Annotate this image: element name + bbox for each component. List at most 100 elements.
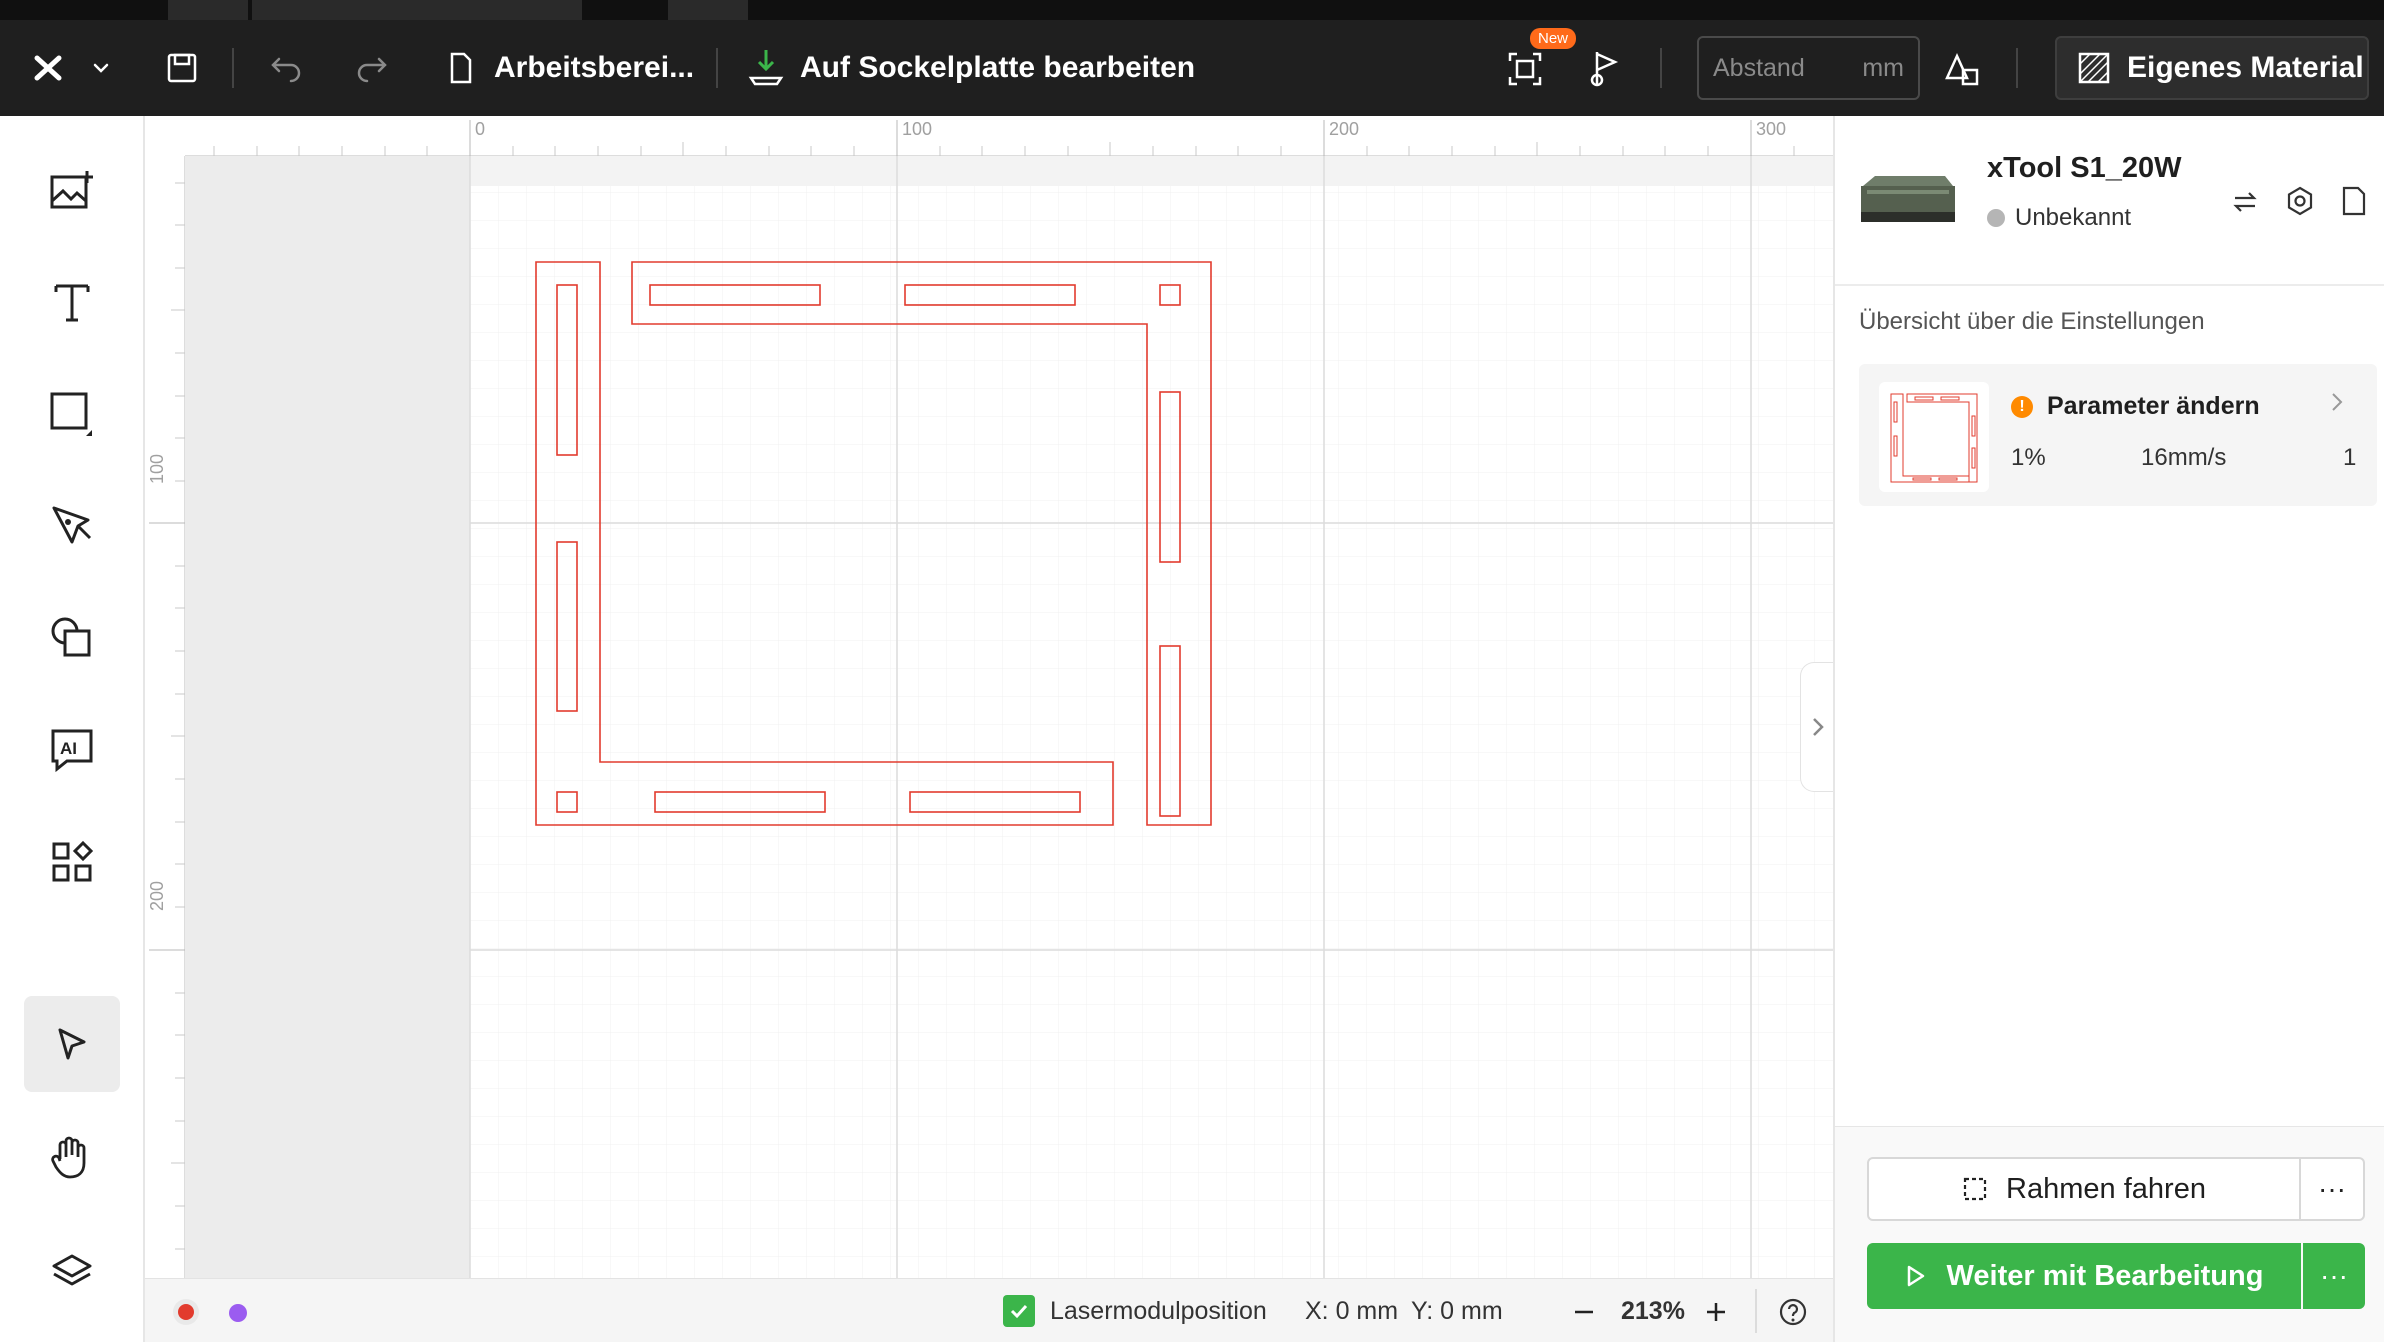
add-image-tool[interactable] xyxy=(24,142,120,238)
rectangle-icon xyxy=(50,392,92,436)
vertical-ruler[interactable]: 100 200 xyxy=(145,156,185,1278)
layer-color-red[interactable] xyxy=(178,1304,194,1320)
chevron-right-icon xyxy=(2329,390,2345,419)
redo-icon xyxy=(357,57,387,83)
undo-icon xyxy=(271,57,301,83)
power-value: 1% xyxy=(2011,444,2046,471)
horizontal-ruler-ticks xyxy=(213,120,1795,156)
pen-tool[interactable] xyxy=(24,478,120,574)
new-badge: New xyxy=(1530,28,1577,49)
horizontal-ruler[interactable]: 0 100 200 300 xyxy=(185,116,1833,156)
parameter-title: ! Parameter ändern xyxy=(2011,392,2260,421)
device-name[interactable]: xTool S1_20W xyxy=(1987,152,2181,185)
rectangle-tool[interactable] xyxy=(24,366,120,462)
laser-position-label: Lasermodulposition xyxy=(1050,1297,1267,1325)
collapse-panel-button[interactable] xyxy=(1800,662,1834,792)
zoom-in-button[interactable] xyxy=(1701,1297,1731,1327)
save-button[interactable] xyxy=(162,48,202,88)
device-settings-button[interactable] xyxy=(2281,182,2319,220)
layers-tool[interactable] xyxy=(24,1224,120,1320)
play-icon xyxy=(1907,1265,1924,1287)
chevron-right-icon xyxy=(1812,718,1824,736)
x-coordinate: X: 0 mm xyxy=(1305,1297,1399,1325)
help-button[interactable] xyxy=(1777,1296,1809,1328)
cursor-arrow-icon xyxy=(58,1028,86,1060)
material-label: Eigenes Material xyxy=(2127,51,2364,84)
vertical-ruler-ticks xyxy=(149,182,185,1250)
material-select-button[interactable]: Eigenes Material xyxy=(2055,36,2369,100)
ruler-label: 0 xyxy=(475,119,486,139)
design-thumbnail xyxy=(1879,382,1989,492)
undo-button[interactable] xyxy=(266,48,306,88)
select-tool[interactable] xyxy=(24,996,120,1092)
flag-process-button[interactable] xyxy=(1586,46,1626,90)
save-icon xyxy=(167,53,197,83)
edit-mode-label[interactable]: Auf Sockelplatte bearbeiten xyxy=(800,48,1195,88)
right-panel: xTool S1_20W Unbekannt Übersicht über di… xyxy=(1833,116,2384,1342)
dashed-frame-icon xyxy=(1963,1177,1987,1201)
parameter-title-text: Parameter ändern xyxy=(2047,392,2260,420)
passes-value: 1 xyxy=(2343,444,2357,471)
scan-frame-icon xyxy=(1508,52,1542,86)
ruler-label: 100 xyxy=(902,119,933,139)
zoom-level[interactable]: 213% xyxy=(1621,1279,1685,1342)
out-of-area-region xyxy=(185,156,470,1278)
panel-divider xyxy=(1835,284,2384,286)
settings-overview-title: Übersicht über die Einstellungen xyxy=(1859,308,2205,335)
statusbar-divider xyxy=(1755,1289,1757,1333)
tab-strip-segment xyxy=(252,0,582,20)
hand-tool[interactable] xyxy=(24,1110,120,1206)
header-divider xyxy=(232,48,234,88)
device-status-text: Unbekannt xyxy=(2015,204,2132,231)
align-objects-button[interactable] xyxy=(1942,46,1982,90)
shapes-tool[interactable] xyxy=(24,590,120,686)
camera-capture-button[interactable] xyxy=(1504,48,1546,90)
swap-arrows-icon xyxy=(2233,192,2257,212)
device-status: Unbekannt xyxy=(1987,204,2131,232)
frame-more-button[interactable]: ··· xyxy=(2301,1157,2365,1221)
shapes-icon xyxy=(51,617,91,657)
zoom-out-button[interactable] xyxy=(1569,1297,1599,1327)
continue-more-button[interactable]: ··· xyxy=(2303,1243,2365,1309)
frame-button[interactable]: Rahmen fahren xyxy=(1867,1157,2301,1221)
laser-position-checkbox[interactable] xyxy=(1003,1295,1035,1327)
text-tool[interactable] xyxy=(24,254,120,350)
app-menu-button[interactable] xyxy=(24,48,114,88)
ai-tool[interactable]: AI xyxy=(24,702,120,798)
help-icon xyxy=(1779,1298,1807,1326)
image-add-icon xyxy=(50,171,93,209)
continue-button-label: Weiter mit Bearbeitung xyxy=(1946,1259,2264,1292)
material-texture-icon xyxy=(2078,52,2110,84)
ruler-label: 200 xyxy=(1329,119,1360,139)
device-image xyxy=(1857,174,1957,228)
checkmark-icon xyxy=(1010,1304,1028,1319)
apps-tool[interactable] xyxy=(24,814,120,910)
project-title[interactable]: Arbeitsberei... xyxy=(494,48,694,88)
layers-icon xyxy=(52,1254,92,1286)
spacing-unit: mm xyxy=(1862,54,1904,82)
switch-device-button[interactable] xyxy=(2227,184,2263,220)
device-file-button[interactable] xyxy=(2335,182,2373,220)
xtool-logo-icon xyxy=(34,55,109,81)
warning-icon: ! xyxy=(2011,395,2033,418)
continue-processing-button[interactable]: Weiter mit Bearbeitung xyxy=(1867,1243,2301,1309)
header-divider xyxy=(716,48,718,88)
status-bar: Lasermodulposition X: 0 mm Y: 0 mm 213% xyxy=(145,1278,1833,1342)
apps-grid-icon xyxy=(52,840,94,882)
parameter-card[interactable]: ! Parameter ändern 1% 16mm/s 1 xyxy=(1859,364,2377,506)
document-icon xyxy=(2342,186,2366,216)
spacing-placeholder: Abstand xyxy=(1713,54,1805,82)
project-file-icon xyxy=(446,50,476,86)
layer-color-purple[interactable] xyxy=(229,1304,247,1322)
speed-value: 16mm/s xyxy=(2141,444,2227,471)
gear-icon xyxy=(2287,186,2313,216)
flag-icon xyxy=(1590,52,1619,87)
left-toolbar: AI xyxy=(0,116,145,1342)
action-area: Rahmen fahren ··· Weiter mit Bearbeitung… xyxy=(1835,1126,2384,1342)
design-canvas[interactable]: 0 100 200 300 100 200 xyxy=(145,116,1833,1278)
svg-text:AI: AI xyxy=(60,739,77,758)
redo-button[interactable] xyxy=(352,48,392,88)
canvas-workspace xyxy=(185,156,1833,1278)
spacing-input[interactable]: Abstand mm xyxy=(1697,36,1920,100)
window-tab-strip xyxy=(0,0,2384,20)
